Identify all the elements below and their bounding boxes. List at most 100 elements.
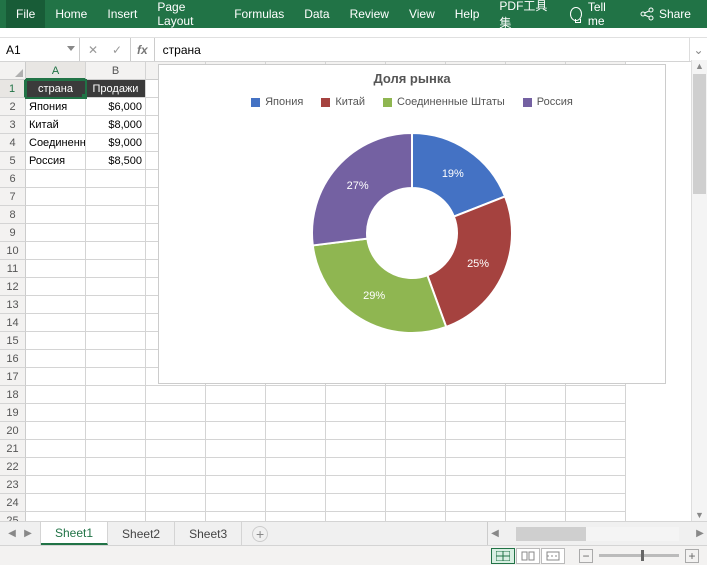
cell[interactable] (326, 422, 386, 440)
zoom-control[interactable]: − + (579, 549, 699, 563)
row-header[interactable]: 18 (0, 386, 26, 404)
ribbon-tab-review[interactable]: Review (340, 0, 399, 28)
cell[interactable] (506, 386, 566, 404)
cell[interactable] (146, 512, 206, 521)
cell[interactable] (26, 404, 86, 422)
scroll-thumb[interactable] (516, 527, 586, 541)
row-header[interactable]: 14 (0, 314, 26, 332)
cell[interactable] (386, 458, 446, 476)
sheet-nav-prev-icon[interactable]: ◀ (6, 528, 18, 539)
cell[interactable] (506, 458, 566, 476)
cell[interactable] (266, 404, 326, 422)
cell[interactable] (446, 440, 506, 458)
cell[interactable]: $8,000 (86, 116, 146, 134)
cell[interactable]: $8,500 (86, 152, 146, 170)
cell[interactable] (86, 404, 146, 422)
cell[interactable] (86, 422, 146, 440)
sheet-nav-next-icon[interactable]: ▶ (22, 528, 34, 539)
vertical-scrollbar[interactable]: ▲ ▼ (691, 60, 707, 521)
cell[interactable] (146, 494, 206, 512)
row-header[interactable]: 21 (0, 440, 26, 458)
ribbon-tab-home[interactable]: Home (45, 0, 97, 28)
cell[interactable] (86, 332, 146, 350)
cell[interactable] (566, 386, 626, 404)
cell[interactable] (26, 314, 86, 332)
cell[interactable] (26, 260, 86, 278)
cell[interactable] (386, 404, 446, 422)
cell[interactable] (86, 494, 146, 512)
row-header[interactable]: 16 (0, 350, 26, 368)
scroll-left-icon[interactable]: ◀ (488, 528, 502, 539)
cell[interactable]: Япония (26, 98, 86, 116)
cancel-formula-icon[interactable]: ✕ (86, 43, 100, 57)
cell[interactable] (86, 314, 146, 332)
cell[interactable] (566, 512, 626, 521)
cell[interactable] (26, 188, 86, 206)
cell[interactable] (86, 206, 146, 224)
cell[interactable] (26, 386, 86, 404)
cell[interactable] (266, 476, 326, 494)
embedded-chart[interactable]: Доля рынка Япония Китай Соединенные Штат… (158, 64, 666, 384)
cell[interactable] (386, 512, 446, 521)
cell[interactable]: $9,000 (86, 134, 146, 152)
name-box[interactable]: A1 (0, 38, 80, 61)
cell[interactable]: Китай (26, 116, 86, 134)
cell[interactable] (86, 512, 146, 521)
sheet-tab-sheet3[interactable]: Sheet3 (175, 522, 242, 545)
cell[interactable]: Россия (26, 152, 86, 170)
worksheet-grid[interactable]: ABCDEFGHIJ 12345678910111213141516171819… (0, 62, 707, 521)
cell[interactable] (26, 296, 86, 314)
select-all-corner[interactable] (0, 62, 26, 80)
cell[interactable] (206, 512, 266, 521)
cell[interactable] (86, 440, 146, 458)
cell[interactable] (146, 422, 206, 440)
cell[interactable] (386, 476, 446, 494)
row-header[interactable]: 23 (0, 476, 26, 494)
cell[interactable] (86, 296, 146, 314)
row-header[interactable]: 9 (0, 224, 26, 242)
cell[interactable]: Продажи (86, 80, 146, 98)
sheet-tab-sheet2[interactable]: Sheet2 (108, 522, 175, 545)
row-header[interactable]: 17 (0, 368, 26, 386)
cell[interactable] (26, 170, 86, 188)
expand-formula-icon[interactable]: ⌄ (689, 38, 707, 61)
fx-icon[interactable]: fx (131, 38, 155, 61)
row-header[interactable]: 6 (0, 170, 26, 188)
cell[interactable] (326, 404, 386, 422)
cell[interactable] (206, 386, 266, 404)
row-header[interactable]: 20 (0, 422, 26, 440)
cell[interactable] (386, 386, 446, 404)
zoom-out-button[interactable]: − (579, 549, 593, 563)
cell[interactable] (146, 404, 206, 422)
cell[interactable] (86, 224, 146, 242)
cell[interactable] (206, 404, 266, 422)
cell[interactable] (86, 368, 146, 386)
cell[interactable] (86, 278, 146, 296)
cell[interactable] (26, 368, 86, 386)
cell[interactable] (566, 476, 626, 494)
ribbon-tab-file[interactable]: File (6, 0, 45, 28)
cell[interactable] (326, 440, 386, 458)
cell[interactable] (506, 512, 566, 521)
cell[interactable] (326, 458, 386, 476)
cell[interactable] (86, 170, 146, 188)
accept-formula-icon[interactable]: ✓ (110, 43, 124, 57)
add-sheet-button[interactable]: + (252, 526, 268, 542)
ribbon-tab-pagelayout[interactable]: Page Layout (147, 0, 224, 28)
cell[interactable] (506, 422, 566, 440)
cell[interactable] (266, 494, 326, 512)
cell[interactable] (86, 242, 146, 260)
cell[interactable] (86, 260, 146, 278)
row-header[interactable]: 12 (0, 278, 26, 296)
cell[interactable] (566, 440, 626, 458)
row-header[interactable]: 25 (0, 512, 26, 521)
cell[interactable] (26, 440, 86, 458)
cell[interactable] (26, 242, 86, 260)
row-header[interactable]: 2 (0, 98, 26, 116)
cell[interactable] (86, 458, 146, 476)
ribbon-tab-formulas[interactable]: Formulas (224, 0, 294, 28)
ribbon-tab-help[interactable]: Help (445, 0, 490, 28)
cell[interactable] (26, 476, 86, 494)
cell[interactable] (326, 494, 386, 512)
row-header[interactable]: 10 (0, 242, 26, 260)
